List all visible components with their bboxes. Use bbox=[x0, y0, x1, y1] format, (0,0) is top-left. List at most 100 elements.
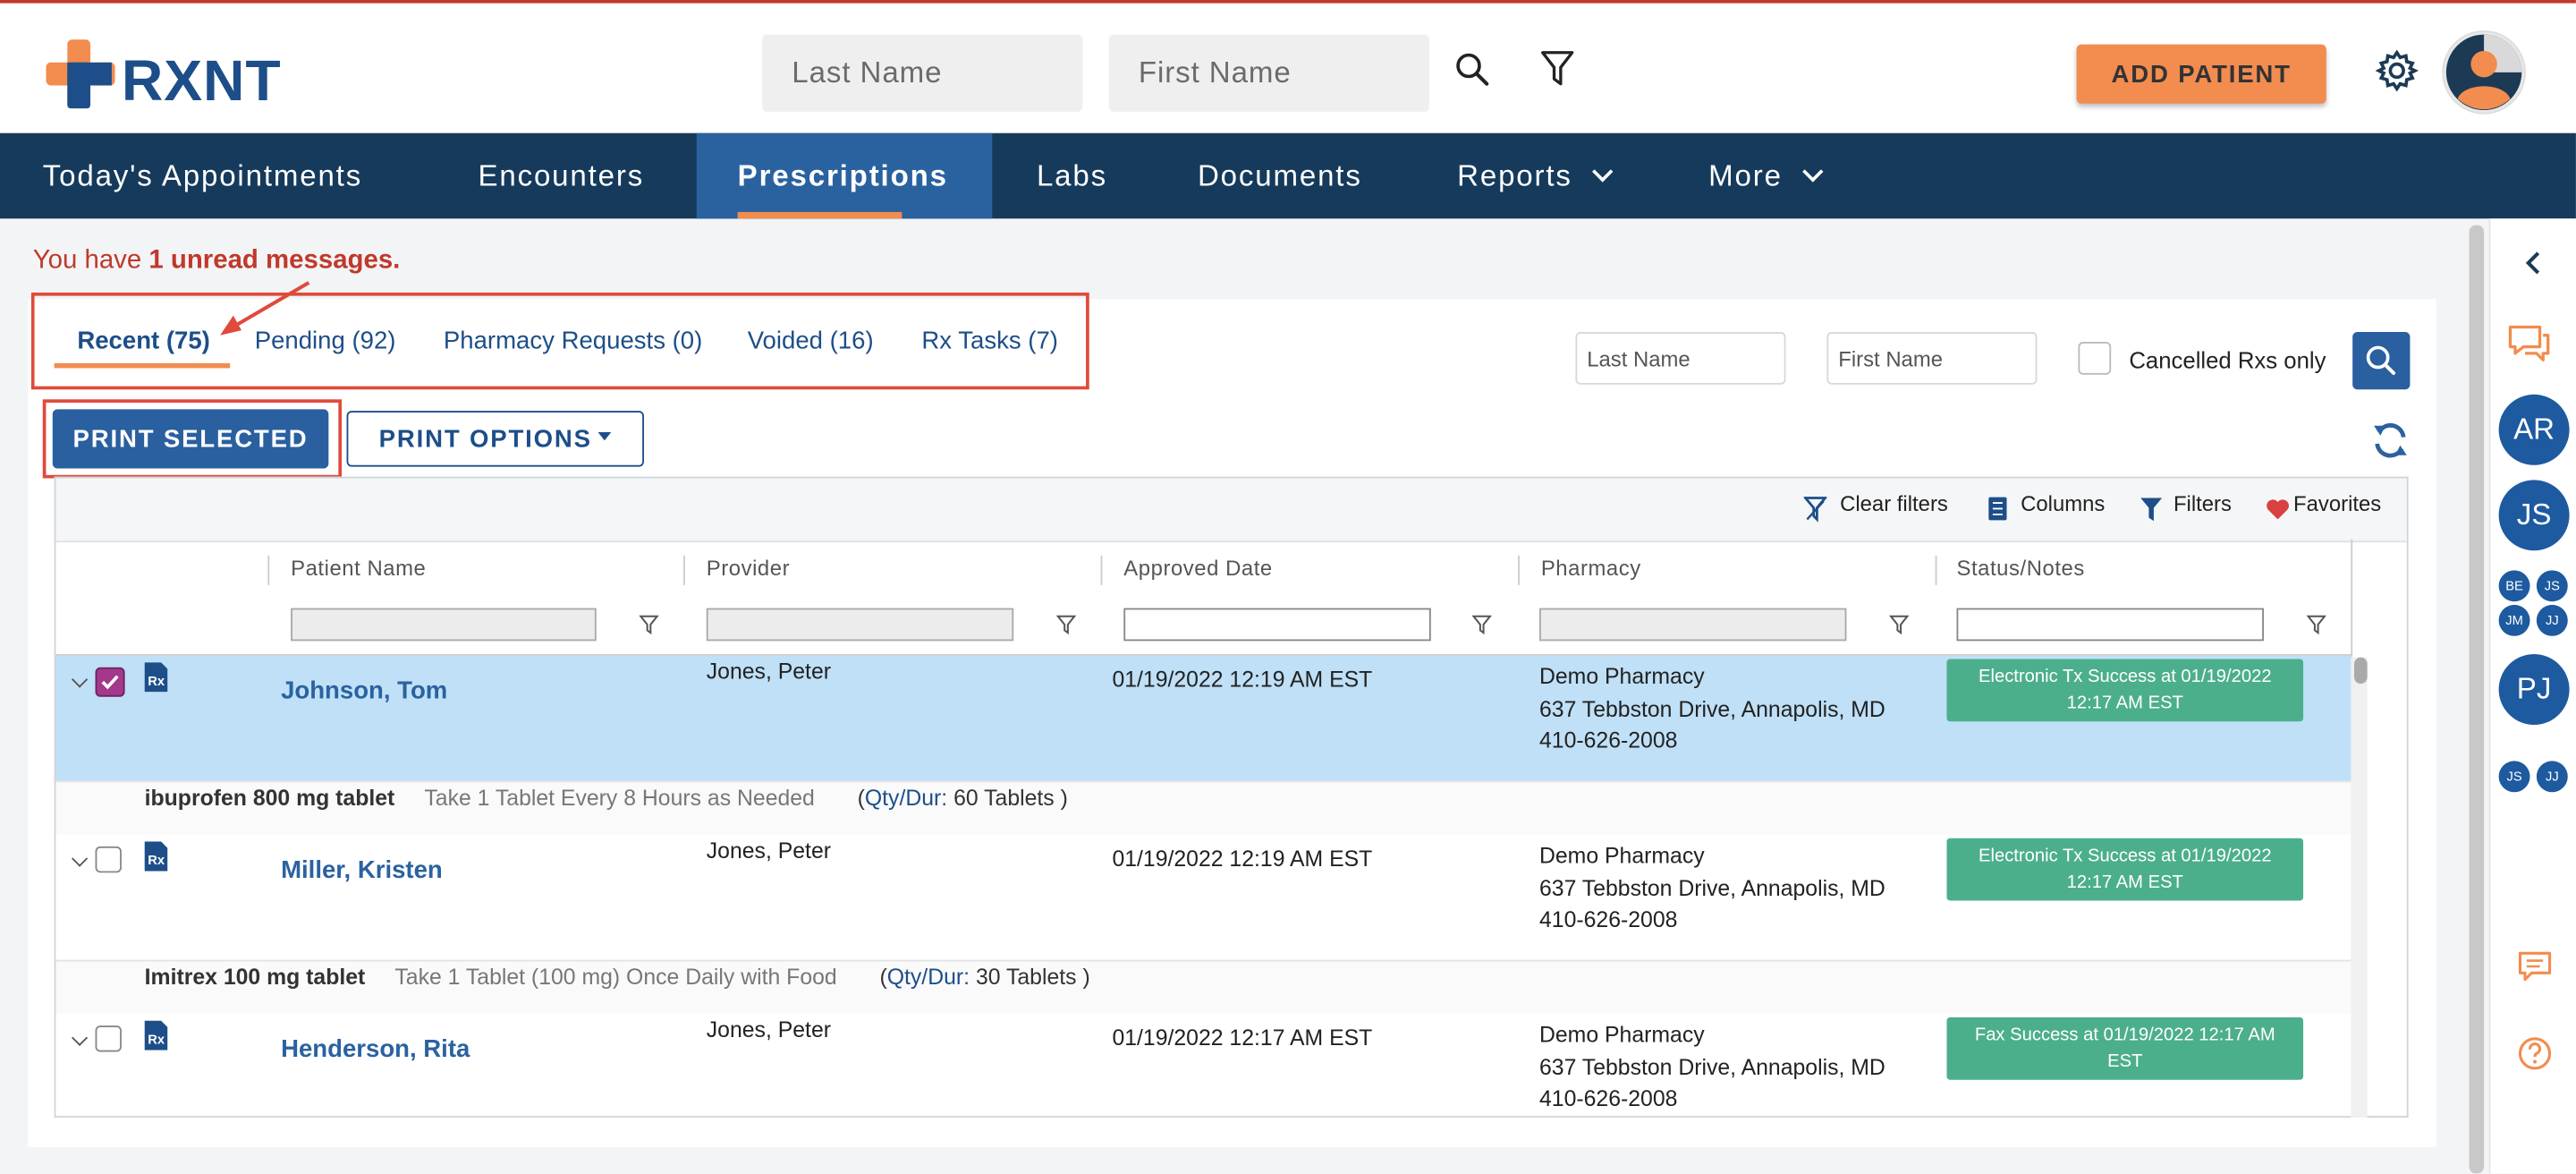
row-checkbox[interactable] bbox=[95, 667, 125, 697]
rx-document-icon: Rx bbox=[144, 841, 168, 872]
message-count: 1 unread messages. bbox=[148, 246, 401, 275]
status-line: Fax Success at 01/19/2022 12:17 AM bbox=[1974, 1025, 2275, 1046]
add-patient-button[interactable]: ADD PATIENT bbox=[2076, 44, 2326, 104]
provider-filter-input[interactable] bbox=[706, 608, 1014, 642]
heart-icon bbox=[2267, 499, 2289, 520]
nav-todays-appointments[interactable]: Today's Appointments bbox=[43, 133, 362, 219]
column-filter-icon[interactable] bbox=[1889, 615, 1910, 634]
nav-reports[interactable]: Reports bbox=[1457, 133, 1614, 219]
tabs-highlight-box bbox=[30, 292, 1089, 390]
sidebar-avatar-jm[interactable]: JM bbox=[2498, 604, 2530, 636]
drug-detail: ibuprofen 800 mg tablet Take 1 Tablet Eve… bbox=[145, 786, 1068, 811]
nav-label: Encounters bbox=[478, 159, 645, 192]
column-header-status-notes[interactable]: Status/Notes bbox=[1957, 556, 2085, 581]
patient-name-filter-input[interactable] bbox=[291, 608, 597, 642]
chevron-down-icon bbox=[1802, 161, 1824, 183]
pharmacy-address-cell: 637 Tebbston Drive, Annapolis, MD bbox=[1538, 875, 1885, 901]
sidebar-avatar-be[interactable]: BE bbox=[2498, 570, 2530, 602]
sidebar-avatar-js[interactable]: JS bbox=[2498, 480, 2570, 551]
nav-label: Documents bbox=[1197, 159, 1362, 192]
status-line: 12:17 AM EST bbox=[2066, 872, 2183, 893]
rx-document-icon: Rx bbox=[144, 662, 168, 693]
column-header-patient-name[interactable]: Patient Name bbox=[291, 556, 426, 581]
annotation-arrow-icon bbox=[220, 281, 310, 336]
logo-text: RXNT bbox=[121, 49, 282, 114]
status-filter-input[interactable] bbox=[1956, 608, 2264, 642]
provider-cell: Jones, Peter bbox=[706, 659, 831, 685]
patient-search-button[interactable] bbox=[2352, 332, 2411, 390]
gear-icon[interactable] bbox=[2375, 49, 2419, 92]
collapse-chevron-icon[interactable] bbox=[2521, 250, 2545, 276]
clear-filters-button[interactable]: Clear filters bbox=[1840, 491, 1948, 516]
user-avatar[interactable] bbox=[2441, 30, 2527, 115]
row-checkbox[interactable] bbox=[95, 1025, 122, 1052]
approved-date-filter-input[interactable] bbox=[1123, 608, 1431, 642]
grid-scrollbar-thumb[interactable] bbox=[2353, 657, 2368, 685]
nav-encounters[interactable]: Encounters bbox=[478, 133, 644, 219]
header-last-name-input[interactable] bbox=[762, 34, 1083, 112]
filter-icon[interactable] bbox=[1539, 49, 1575, 89]
column-header-provider[interactable]: Provider bbox=[707, 556, 790, 581]
status-badge: Fax Success at 01/19/2022 12:17 AM EST bbox=[1946, 1017, 2304, 1080]
pharmacy-address-cell: 637 Tebbston Drive, Annapolis, MD bbox=[1538, 1055, 1885, 1080]
clear-filter-icon bbox=[1803, 497, 1827, 523]
print-selected-button[interactable]: PRINT SELECTED bbox=[52, 409, 329, 469]
favorites-button[interactable]: Favorites bbox=[2293, 491, 2381, 516]
filter-first-name-input[interactable] bbox=[1826, 332, 2038, 385]
nav-labs[interactable]: Labs bbox=[1037, 133, 1107, 219]
unread-messages-notice[interactable]: You have 1 unread messages. bbox=[33, 247, 401, 276]
print-options-label: PRINT OPTIONS bbox=[378, 424, 592, 454]
page-scrollbar[interactable] bbox=[2469, 225, 2485, 1174]
pharmacy-name-cell: Demo Pharmacy bbox=[1538, 1022, 1705, 1047]
pharmacy-phone-cell: 410-626-2008 bbox=[1538, 727, 1678, 753]
svg-text:Rx: Rx bbox=[148, 1033, 165, 1047]
nav-documents[interactable]: Documents bbox=[1198, 133, 1362, 219]
print-options-dropdown[interactable]: PRINT OPTIONS bbox=[346, 411, 644, 467]
status-line: EST bbox=[2107, 1051, 2143, 1072]
sidebar-avatar-js-small[interactable]: JS bbox=[2536, 570, 2568, 602]
message-icon[interactable] bbox=[2517, 950, 2553, 983]
pharmacy-filter-input[interactable] bbox=[1538, 608, 1847, 642]
refresh-icon[interactable] bbox=[2370, 421, 2410, 460]
sidebar-avatar-jj[interactable]: JJ bbox=[2536, 604, 2568, 636]
grid-toolbar: Clear filters Columns Filters Favorites bbox=[55, 478, 2407, 543]
grid-scrollbar[interactable] bbox=[2351, 657, 2368, 1118]
search-icon[interactable] bbox=[1453, 51, 1489, 87]
sidebar-avatar-jj-bottom[interactable]: JJ bbox=[2536, 761, 2568, 793]
help-icon[interactable] bbox=[2517, 1035, 2553, 1071]
patient-name-link[interactable]: Miller, Kristen bbox=[281, 856, 443, 884]
nav-more[interactable]: More bbox=[1708, 133, 1824, 219]
column-filter-icon[interactable] bbox=[639, 615, 659, 634]
column-filter-icon[interactable] bbox=[1471, 615, 1492, 634]
column-header-pharmacy[interactable]: Pharmacy bbox=[1541, 556, 1641, 581]
columns-button[interactable]: Columns bbox=[2021, 491, 2105, 516]
header-first-name-input[interactable] bbox=[1108, 34, 1429, 112]
sidebar-avatar-pj[interactable]: PJ bbox=[2498, 654, 2570, 725]
status-badge: Electronic Tx Success at 01/19/2022 12:17… bbox=[1946, 659, 2304, 722]
column-filter-icon[interactable] bbox=[2306, 615, 2326, 634]
column-separator bbox=[1935, 555, 1937, 585]
provider-cell: Jones, Peter bbox=[706, 838, 831, 863]
cancelled-only-checkbox[interactable] bbox=[2078, 342, 2112, 375]
column-separator bbox=[267, 555, 270, 585]
pharmacy-phone-cell: 410-626-2008 bbox=[1538, 1086, 1678, 1111]
drug-qty: (Qty/Dur: 60 Tablets ) bbox=[857, 785, 1068, 811]
qty-value: 30 Tablets ) bbox=[975, 965, 1090, 990]
chat-bubbles-icon[interactable] bbox=[2504, 322, 2553, 365]
patient-name-link[interactable]: Johnson, Tom bbox=[281, 677, 447, 705]
sidebar-avatar-ar[interactable]: AR bbox=[2498, 394, 2570, 465]
header: RXNT ADD PATIENT bbox=[0, 3, 2576, 133]
filter-last-name-input[interactable] bbox=[1575, 332, 1786, 385]
column-filter-icon[interactable] bbox=[1055, 615, 1077, 634]
patient-name-link[interactable]: Henderson, Rita bbox=[281, 1035, 470, 1063]
pharmacy-name-cell: Demo Pharmacy bbox=[1538, 843, 1705, 868]
sidebar-avatar-js-bottom[interactable]: JS bbox=[2498, 761, 2530, 793]
drug-detail: Imitrex 100 mg tablet Take 1 Tablet (100 … bbox=[145, 965, 1090, 990]
nav-prescriptions[interactable]: Prescriptions bbox=[696, 132, 993, 219]
row-checkbox[interactable] bbox=[95, 846, 122, 873]
qty-label: Qty/Dur: bbox=[886, 965, 970, 990]
approved-date-cell: 01/19/2022 12:17 AM EST bbox=[1112, 1025, 1373, 1051]
filters-button[interactable]: Filters bbox=[2174, 491, 2232, 516]
nav-label: More bbox=[1708, 159, 1783, 192]
column-header-approved-date[interactable]: Approved Date bbox=[1123, 556, 1272, 581]
